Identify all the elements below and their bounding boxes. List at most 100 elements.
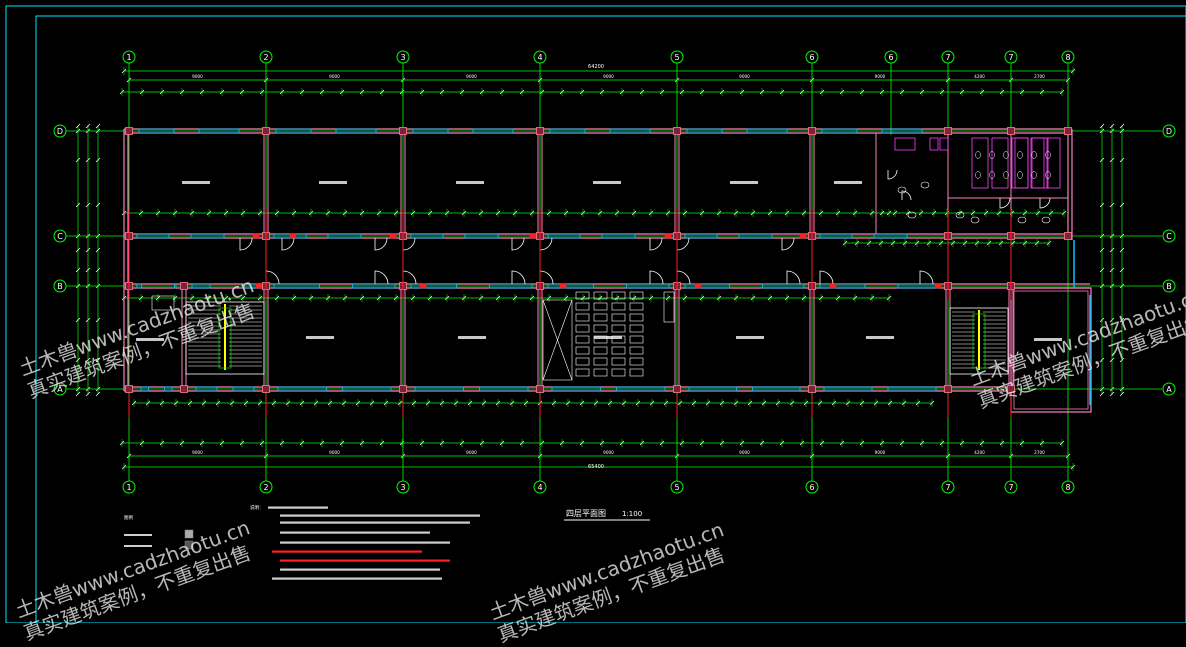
dimension-label: 9000	[329, 74, 340, 79]
notes-heading: 说明：	[250, 504, 264, 511]
room-label-mark	[593, 181, 621, 184]
door-jamb	[389, 233, 397, 239]
door-jamb	[419, 283, 427, 289]
axis-label: 5	[674, 483, 679, 492]
dimension-label: 4200	[974, 450, 985, 455]
door-jamb	[529, 233, 537, 239]
room-label-mark	[319, 181, 347, 184]
axis-label: 6	[809, 483, 814, 492]
structural-column	[399, 127, 407, 135]
axis-label: 8	[1065, 53, 1070, 62]
legend-heading: 图例	[124, 514, 133, 521]
axis-label: 6	[809, 53, 814, 62]
axis-label: A	[57, 385, 63, 394]
legend-text-mark	[124, 545, 152, 547]
drawing-scale: 1:100	[622, 510, 642, 518]
legend-swatch	[184, 540, 194, 550]
structural-column	[673, 385, 681, 393]
axis-label: D	[1166, 127, 1172, 136]
dimension-label: 9000	[739, 74, 750, 79]
cad-floor-plan-canvas: 9000 9000 9000 9000 9000 9000 4200 2700 9000 900…	[0, 0, 1186, 623]
structural-column	[125, 127, 133, 135]
note-line-mark	[272, 577, 442, 580]
room-label-mark	[834, 181, 862, 184]
dimension-label: 9000	[192, 450, 203, 455]
dimension-label: 2700	[1034, 74, 1045, 79]
door-jamb	[559, 283, 567, 289]
room-label-mark	[730, 181, 758, 184]
structural-column	[399, 385, 407, 393]
structural-column	[944, 127, 952, 135]
legend-swatch	[184, 529, 194, 539]
dimension-label: 9000	[192, 74, 203, 79]
door-jamb	[799, 233, 807, 239]
door-jamb	[934, 283, 942, 289]
drawing-title: 四层平面图	[566, 509, 606, 518]
structural-column	[262, 127, 270, 135]
dimension-label: 9000	[875, 74, 886, 79]
structural-column	[262, 385, 270, 393]
structural-column	[673, 127, 681, 135]
room-label-mark	[866, 336, 894, 339]
note-line-mark	[280, 514, 480, 517]
room-label-mark	[306, 336, 334, 339]
note-line-mark	[280, 521, 470, 524]
structural-column	[536, 385, 544, 393]
axis-label: 7	[1008, 483, 1013, 492]
structural-column	[536, 127, 544, 135]
structural-column	[180, 385, 188, 393]
door-jamb	[289, 233, 297, 239]
structural-column	[944, 385, 952, 393]
structural-column	[808, 385, 816, 393]
axis-label: 8	[1065, 483, 1070, 492]
note-line-mark	[280, 559, 450, 562]
door-jamb	[694, 283, 702, 289]
axis-label: 3	[400, 53, 405, 62]
structural-column	[1064, 232, 1072, 240]
axis-label: 4	[537, 483, 542, 492]
note-line-mark	[280, 568, 440, 571]
structural-column	[808, 127, 816, 135]
room-label-mark	[136, 338, 164, 341]
axis-label: 1	[126, 53, 131, 62]
door-jamb	[829, 283, 837, 289]
room-label-mark	[182, 181, 210, 184]
total-dimension-top: 64200	[588, 64, 604, 70]
axis-label: 7	[1008, 53, 1013, 62]
dimension-label: 9000	[603, 450, 614, 455]
room-label-mark	[736, 336, 764, 339]
axis-label: C	[1166, 232, 1172, 241]
axis-label: D	[57, 127, 63, 136]
axis-label: 7	[945, 483, 950, 492]
note-line-mark	[280, 531, 430, 534]
structural-column	[1007, 127, 1015, 135]
axis-label: 3	[400, 483, 405, 492]
dimension-label: 2700	[1034, 450, 1045, 455]
room-label-mark	[458, 336, 486, 339]
axis-label: 2	[263, 483, 268, 492]
room-label-mark	[456, 181, 484, 184]
dimension-label: 9000	[875, 450, 886, 455]
dimension-label: 4200	[974, 74, 985, 79]
structural-column	[125, 385, 133, 393]
total-dimension-bottom: 65400	[588, 464, 604, 470]
axis-label: 7	[945, 53, 950, 62]
note-line-mark	[280, 541, 450, 544]
axis-label: B	[1166, 282, 1172, 291]
axis-label: 6	[888, 53, 893, 62]
dimension-label: 9000	[466, 74, 477, 79]
note-line-mark	[272, 550, 422, 553]
door-jamb	[252, 233, 260, 239]
door-jamb	[664, 233, 672, 239]
legend-text-mark	[124, 534, 152, 536]
dimension-label: 9000	[739, 450, 750, 455]
axis-label: A	[1166, 385, 1172, 394]
room-label-mark	[594, 336, 622, 339]
dimension-label: 9000	[466, 450, 477, 455]
axis-label: 2	[263, 53, 268, 62]
door-jamb	[255, 283, 263, 289]
axis-label: C	[57, 232, 63, 241]
axis-label: B	[57, 282, 63, 291]
note-line-mark	[268, 506, 328, 509]
room-label-mark	[1034, 338, 1062, 341]
